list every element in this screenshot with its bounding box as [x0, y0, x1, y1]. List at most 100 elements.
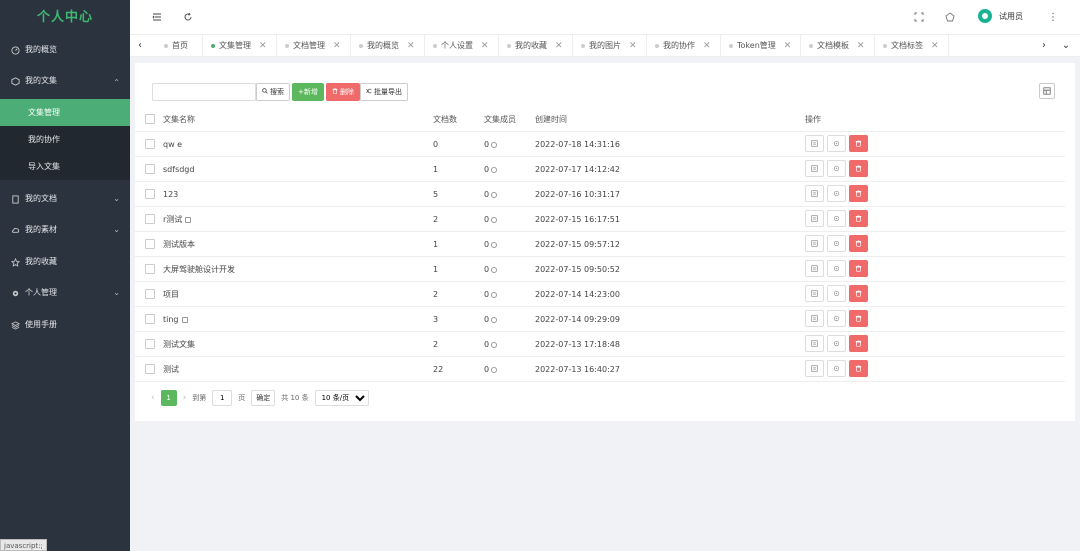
tab-images[interactable]: 我的图片 ✕: [573, 35, 647, 57]
page-size-select[interactable]: 10 条/页: [314, 390, 369, 406]
row-checkbox[interactable]: [145, 189, 155, 199]
theme-icon[interactable]: [943, 10, 957, 24]
tab-close-icon[interactable]: ✕: [703, 35, 711, 57]
edit-icon[interactable]: [805, 185, 824, 202]
edit-icon[interactable]: [805, 285, 824, 302]
goto-page-input[interactable]: [212, 390, 233, 406]
row-checkbox[interactable]: [145, 364, 155, 374]
delete-row-icon[interactable]: [849, 235, 868, 252]
settings-icon[interactable]: [827, 185, 846, 202]
tab-home[interactable]: 首页: [156, 35, 203, 57]
member-count-cell[interactable]: 0: [484, 307, 498, 332]
tabs-scroll-left-icon[interactable]: ‹: [130, 35, 150, 57]
tab-close-icon[interactable]: ✕: [333, 35, 341, 57]
sidebar-item-materials[interactable]: 我的素材 ⌄: [0, 216, 130, 244]
delete-row-icon[interactable]: [849, 185, 868, 202]
tab-favorites[interactable]: 我的收藏 ✕: [499, 35, 573, 57]
edit-icon[interactable]: [805, 335, 824, 352]
settings-icon[interactable]: [827, 210, 846, 227]
tab-close-icon[interactable]: ✕: [555, 35, 563, 57]
delete-row-icon[interactable]: [849, 360, 868, 377]
current-page[interactable]: 1: [160, 390, 177, 406]
tab-settings[interactable]: 个人设置 ✕: [425, 35, 499, 57]
collection-name-cell[interactable]: 大屏驾驶舱设计开发: [163, 257, 235, 282]
row-checkbox[interactable]: [145, 139, 155, 149]
delete-row-icon[interactable]: [849, 260, 868, 277]
edit-icon[interactable]: [805, 360, 824, 377]
member-count-cell[interactable]: 0: [484, 257, 498, 282]
settings-icon[interactable]: [827, 135, 846, 152]
refresh-icon[interactable]: [181, 10, 195, 24]
settings-icon[interactable]: [827, 160, 846, 177]
edit-icon[interactable]: [805, 210, 824, 227]
sidebar-item-favorites[interactable]: 我的收藏: [0, 248, 130, 276]
batch-export-button[interactable]: 批量导出: [360, 83, 408, 101]
add-button[interactable]: +新增: [292, 83, 324, 101]
sidebar-subitem-import[interactable]: 导入文集: [0, 153, 130, 180]
delete-row-icon[interactable]: [849, 160, 868, 177]
settings-icon[interactable]: [827, 260, 846, 277]
edit-icon[interactable]: [805, 160, 824, 177]
row-checkbox[interactable]: [145, 264, 155, 274]
tab-close-icon[interactable]: ✕: [629, 35, 637, 57]
tab-templates[interactable]: 文档模板 ✕: [801, 35, 875, 57]
tab-collection-manage[interactable]: 文集管理 ✕: [203, 35, 277, 57]
member-count-cell[interactable]: 0: [484, 282, 498, 307]
delete-row-icon[interactable]: [849, 210, 868, 227]
sidebar-item-personal[interactable]: 个人管理 ⌄: [0, 279, 130, 307]
goto-confirm-button[interactable]: 确定: [251, 390, 276, 406]
edit-icon[interactable]: [805, 235, 824, 252]
settings-icon[interactable]: [827, 335, 846, 352]
tab-close-icon[interactable]: ✕: [481, 35, 489, 57]
tabs-scroll-right-icon[interactable]: ›: [1034, 35, 1054, 57]
delete-row-icon[interactable]: [849, 135, 868, 152]
more-vertical-icon[interactable]: ⋮: [1046, 10, 1060, 24]
tab-close-icon[interactable]: ✕: [857, 35, 865, 57]
next-page-icon[interactable]: ›: [183, 393, 187, 403]
row-checkbox[interactable]: [145, 239, 155, 249]
tab-close-icon[interactable]: ✕: [784, 35, 792, 57]
edit-icon[interactable]: [805, 260, 824, 277]
columns-toggle-icon[interactable]: [1039, 83, 1055, 99]
row-checkbox[interactable]: [145, 314, 155, 324]
settings-icon[interactable]: [827, 285, 846, 302]
user-menu[interactable]: 试用员: [978, 9, 1023, 23]
tab-overview[interactable]: 我的概览 ✕: [351, 35, 425, 57]
delete-row-icon[interactable]: [849, 285, 868, 302]
settings-icon[interactable]: [827, 360, 846, 377]
search-button[interactable]: 搜索: [256, 83, 290, 101]
collection-name-cell[interactable]: ting: [163, 307, 188, 332]
tab-close-icon[interactable]: ✕: [407, 35, 415, 57]
tab-token[interactable]: Token管理 ✕: [721, 35, 801, 57]
member-count-cell[interactable]: 0: [484, 182, 498, 207]
row-checkbox[interactable]: [145, 339, 155, 349]
tab-doc-manage[interactable]: 文档管理 ✕: [277, 35, 351, 57]
delete-button[interactable]: 删除: [326, 83, 360, 101]
sidebar-item-overview[interactable]: 我的概览: [0, 36, 130, 64]
collection-name-cell[interactable]: 测试文集: [163, 332, 195, 357]
settings-icon[interactable]: [827, 310, 846, 327]
row-checkbox[interactable]: [145, 214, 155, 224]
delete-row-icon[interactable]: [849, 335, 868, 352]
row-checkbox[interactable]: [145, 164, 155, 174]
select-all-checkbox[interactable]: [145, 114, 155, 124]
tab-close-icon[interactable]: ✕: [931, 35, 939, 57]
member-count-cell[interactable]: 0: [484, 232, 498, 257]
sidebar-item-collections[interactable]: 我的文集 ⌃: [0, 67, 130, 95]
collection-name-cell[interactable]: qw e: [163, 132, 182, 157]
row-checkbox[interactable]: [145, 289, 155, 299]
settings-icon[interactable]: [827, 235, 846, 252]
member-count-cell[interactable]: 0: [484, 132, 498, 157]
collection-name-cell[interactable]: 测试: [163, 357, 179, 382]
collection-name-cell[interactable]: 测试版本: [163, 232, 195, 257]
member-count-cell[interactable]: 0: [484, 157, 498, 182]
member-count-cell[interactable]: 0: [484, 357, 498, 382]
edit-icon[interactable]: [805, 135, 824, 152]
menu-toggle-icon[interactable]: [150, 10, 164, 24]
member-count-cell[interactable]: 0: [484, 207, 498, 232]
collection-name-cell[interactable]: r测试: [163, 207, 192, 232]
sidebar-item-manual[interactable]: 使用手册: [0, 311, 130, 339]
member-count-cell[interactable]: 0: [484, 332, 498, 357]
fullscreen-icon[interactable]: [912, 10, 926, 24]
collection-name-cell[interactable]: 项目: [163, 282, 179, 307]
